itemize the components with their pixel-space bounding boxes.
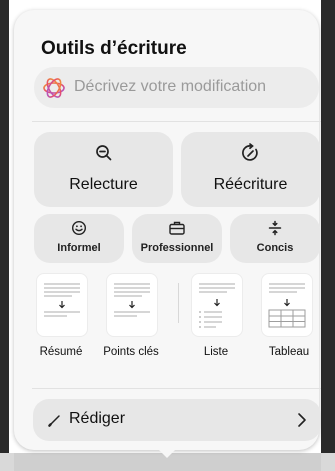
summary-label: Résumé bbox=[39, 346, 83, 358]
describe-change-input[interactable]: Décrivez votre modification bbox=[34, 67, 319, 108]
proofread-button[interactable]: Relecture bbox=[34, 132, 173, 207]
compose-button[interactable]: Rédiger bbox=[33, 399, 321, 441]
briefcase-icon bbox=[169, 221, 185, 235]
rewrite-button[interactable]: Réécriture bbox=[181, 132, 320, 207]
table-label: Tableau bbox=[268, 346, 310, 358]
chevron-right-icon bbox=[298, 413, 306, 427]
tone-concise-label: Concis bbox=[256, 242, 294, 254]
tone-concise-button[interactable]: Concis bbox=[230, 214, 320, 263]
compose-label: Rédiger bbox=[69, 410, 126, 427]
pencil-icon bbox=[48, 415, 60, 427]
key-points-label: Points clés bbox=[103, 346, 159, 358]
rewrite-label: Réécriture bbox=[213, 176, 288, 193]
window-edge-right bbox=[321, 0, 335, 471]
apple-intelligence-icon bbox=[43, 78, 65, 98]
rewrite-cycle-icon bbox=[241, 143, 258, 161]
tone-professional-label: Professionnel bbox=[140, 242, 214, 254]
describe-change-placeholder: Décrivez votre modification bbox=[74, 78, 267, 95]
format-divider bbox=[178, 283, 179, 323]
proofread-label: Relecture bbox=[69, 176, 138, 193]
list-label: Liste bbox=[203, 346, 229, 358]
section-divider bbox=[32, 121, 321, 122]
smiley-icon bbox=[71, 220, 87, 236]
tone-friendly-button[interactable]: Informel bbox=[34, 214, 124, 263]
list-doc-icon bbox=[191, 273, 243, 337]
key-points-doc-icon bbox=[106, 273, 158, 337]
section-divider bbox=[32, 388, 321, 389]
proofread-magnifier-icon bbox=[95, 145, 111, 161]
window-edge-left bbox=[0, 0, 9, 471]
tone-friendly-label: Informel bbox=[57, 242, 101, 254]
panel-title: Outils d’écriture bbox=[41, 38, 187, 59]
tone-professional-button[interactable]: Professionnel bbox=[132, 214, 222, 263]
divide-icon bbox=[268, 220, 282, 236]
popover-arrow bbox=[158, 449, 176, 458]
table-doc-icon bbox=[261, 273, 313, 337]
summary-doc-icon bbox=[36, 273, 88, 337]
